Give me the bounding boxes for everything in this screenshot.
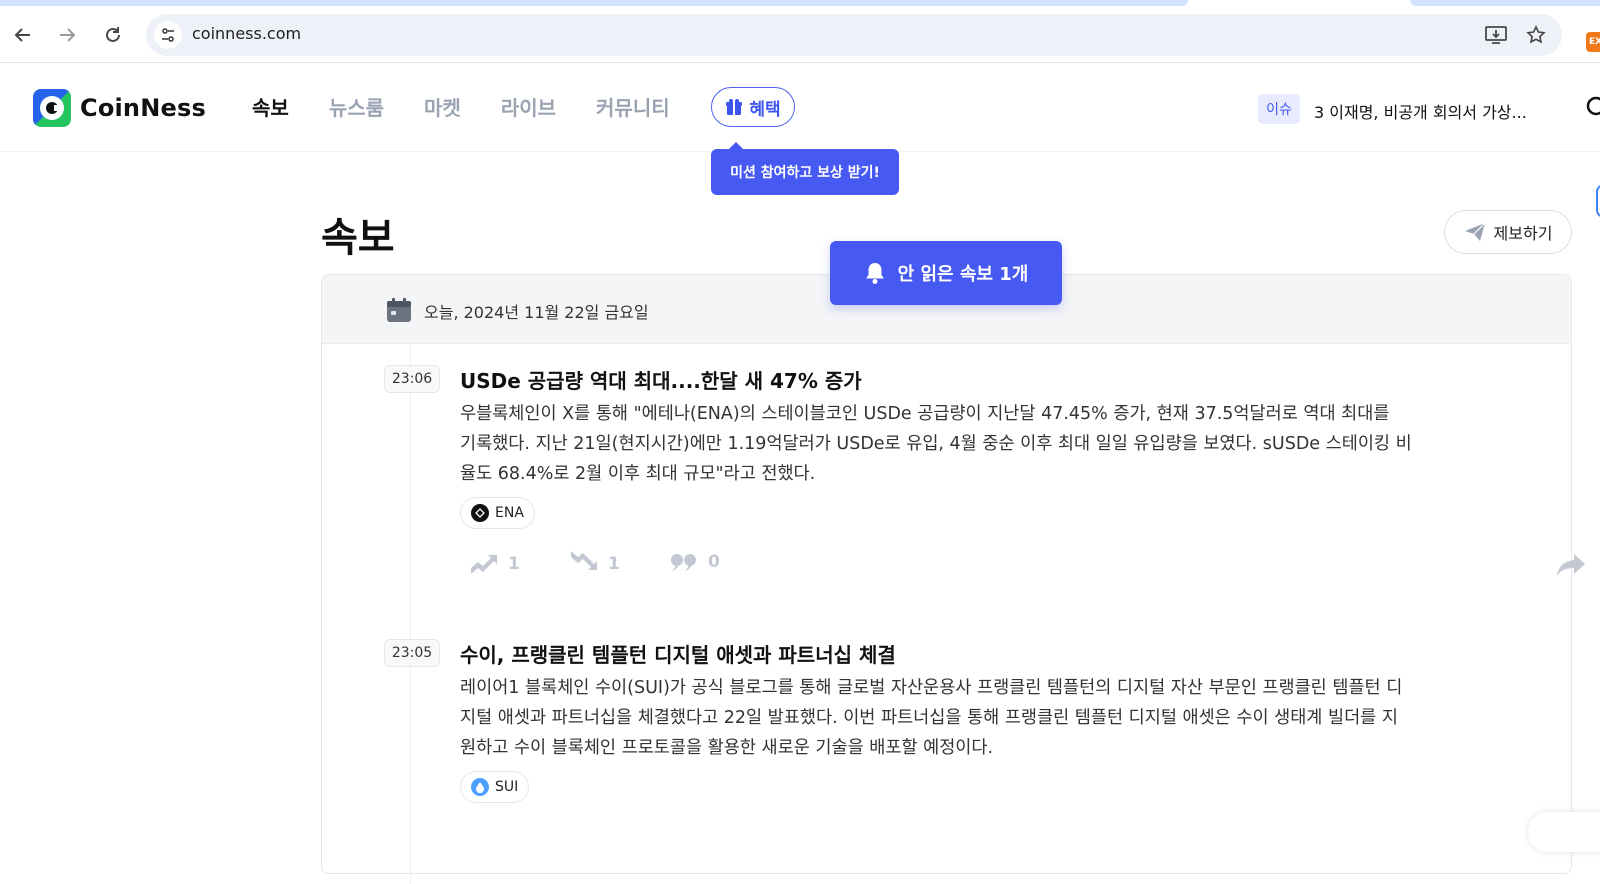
share-icon [1557,554,1585,576]
news-body[interactable]: 우블록체인이 X를 통해 "에테나(ENA)의 스테이블코인 USDe 공급량이… [460,399,1460,489]
extension-icon[interactable]: EX [1586,32,1600,52]
quote-icon [670,551,698,573]
arrow-right-icon [60,28,76,42]
nav-item-market[interactable]: 마켓 [424,92,461,121]
bullish-button[interactable]: 1 [470,551,520,577]
reload-icon [106,27,120,42]
star-icon [1526,25,1546,44]
floating-widget[interactable] [1528,812,1600,852]
unread-news-button[interactable]: 안 읽은 속보 1개 [830,241,1062,305]
back-button[interactable] [6,18,40,52]
coin-tag-label: ENA [495,505,524,521]
active-tab-edge[interactable] [0,0,1188,6]
report-button[interactable]: 제보하기 [1444,210,1572,254]
news-body-line: 기록했다. 지난 21일(현지시간)에만 1.19억달러가 USDe로 유입, … [460,434,1412,454]
time-chip: 23:06 [384,365,440,393]
chart-up-icon [470,551,498,577]
unread-label: 안 읽은 속보 1개 [897,264,1029,285]
site-header: CoinNess 속보 뉴스룸 마켓 라이브 커뮤니티 혜택 이슈 3 이재명,… [0,64,1600,152]
benefit-button[interactable]: 혜택 [711,87,795,127]
bookmark-button[interactable] [1524,23,1548,47]
forward-button[interactable] [50,18,84,52]
news-actions: 1 1 0 [470,551,1585,581]
benefit-label: 혜택 [749,99,781,120]
news-title[interactable]: 수이, 프랭클린 템플턴 디지털 애셋과 파트너십 체결 [460,639,896,668]
news-body-line: 우블록체인이 X를 통해 "에테나(ENA)의 스테이블코인 USDe 공급량이… [460,404,1390,424]
bearish-count: 1 [608,554,620,574]
coin-tag-sui[interactable]: SUI [460,771,530,803]
side-floating-button[interactable] [1596,184,1600,218]
logo-mark-icon [33,89,71,127]
news-body-line: 율도 68.4%로 2월 이후 최대 규모"라고 전했다. [460,464,816,484]
coin-tag-ena[interactable]: ENA [460,497,535,529]
browser-toolbar: coinness.com EX [0,8,1600,63]
comment-count: 0 [708,552,720,572]
issue-ticker-text[interactable]: 3 이재명, 비공개 회의서 가상... [1314,99,1527,123]
nav-item-newsroom[interactable]: 뉴스룸 [329,92,384,121]
search-icon[interactable] [1586,96,1600,120]
coin-tag-label: SUI [495,779,519,795]
news-body-line: 지털 애셋과 파트너십을 체결했다고 22일 발표했다. 이번 파트너십을 통해… [460,708,1398,728]
arrow-left-icon [14,28,30,42]
report-label: 제보하기 [1493,224,1553,243]
date-label: 오늘, 2024년 11월 22일 금요일 [424,303,649,322]
share-button[interactable] [1556,553,1586,581]
issue-badge: 이슈 [1258,94,1300,124]
main-nav: 속보 뉴스룸 마켓 라이브 커뮤니티 [252,92,710,121]
news-title[interactable]: USDe 공급량 역대 최대....한달 새 47% 증가 [460,365,862,394]
site-info-button[interactable] [154,21,182,49]
bell-icon [864,261,886,285]
gift-icon [725,98,743,116]
news-body-line: 원하고 수이 블록체인 프로토콜을 활용한 새로운 기술을 배포할 예정이다. [460,738,994,758]
time-chip: 23:05 [384,639,440,667]
page-title: 속보 [321,215,395,261]
url-text[interactable]: coinness.com [192,24,301,43]
coinness-logo[interactable]: CoinNess [33,89,206,127]
ena-coin-icon [471,504,489,522]
bullish-count: 1 [508,554,520,574]
calendar-icon [386,297,412,323]
install-icon [1485,26,1507,44]
tab-strip [0,0,1600,8]
install-app-button[interactable] [1484,23,1508,47]
news-body[interactable]: 레이어1 블록체인 수이(SUI)가 공식 블로그를 통해 글로벌 자산운용사 … [460,673,1460,763]
nav-item-breaking[interactable]: 속보 [252,92,289,121]
tune-icon [162,28,174,42]
timeline-line [410,344,411,884]
logo-text: CoinNess [80,94,206,122]
reload-button[interactable] [96,18,130,52]
news-feed: 오늘, 2024년 11월 22일 금요일 23:06 USDe 공급량 역대 … [321,274,1585,884]
nav-item-live[interactable]: 라이브 [501,92,556,121]
paper-plane-icon [1464,222,1486,242]
sui-coin-icon [471,778,489,796]
bearish-button[interactable]: 1 [570,551,620,577]
address-bar[interactable]: coinness.com [146,14,1562,56]
chart-down-icon [570,551,598,577]
nav-item-community[interactable]: 커뮤니티 [596,92,670,121]
comment-button[interactable]: 0 [670,551,720,573]
benefit-tooltip: 미션 참여하고 보상 받기! [711,142,899,195]
news-body-line: 레이어1 블록체인 수이(SUI)가 공식 블로그를 통해 글로벌 자산운용사 … [460,678,1403,698]
tab-edge[interactable] [1410,0,1600,6]
